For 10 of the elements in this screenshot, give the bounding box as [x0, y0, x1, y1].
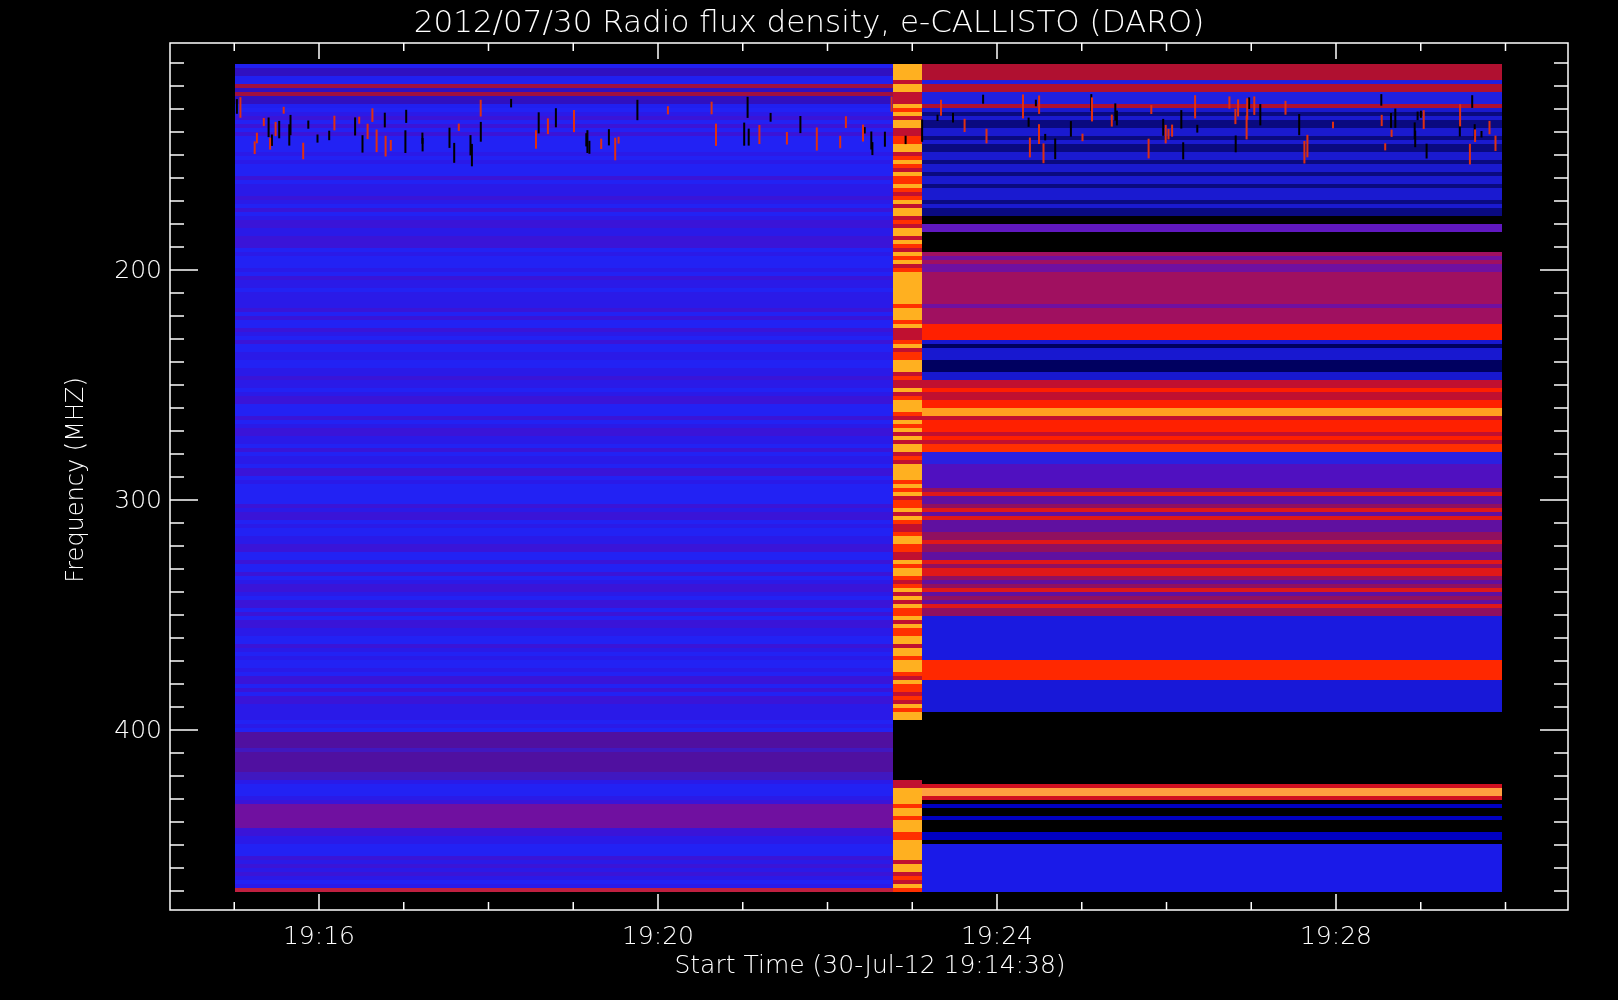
tick-label: 400	[113, 714, 162, 746]
axis-label: Frequency (MHZ)	[60, 376, 90, 585]
tick-label: 19:28	[1298, 920, 1373, 952]
tick-label: 300	[113, 484, 162, 516]
axis-label: Start Time (30-Jul-12 19:14:38)	[673, 949, 1067, 981]
chart-title: 2012/07/30 Radio flux density, e-CALLISTO (DARO)	[412, 2, 1206, 40]
tick-label: 19:24	[959, 920, 1034, 952]
tick-label: 19:20	[620, 920, 695, 952]
tick-label: 200	[113, 254, 162, 286]
tick-label: 19:16	[281, 920, 356, 952]
